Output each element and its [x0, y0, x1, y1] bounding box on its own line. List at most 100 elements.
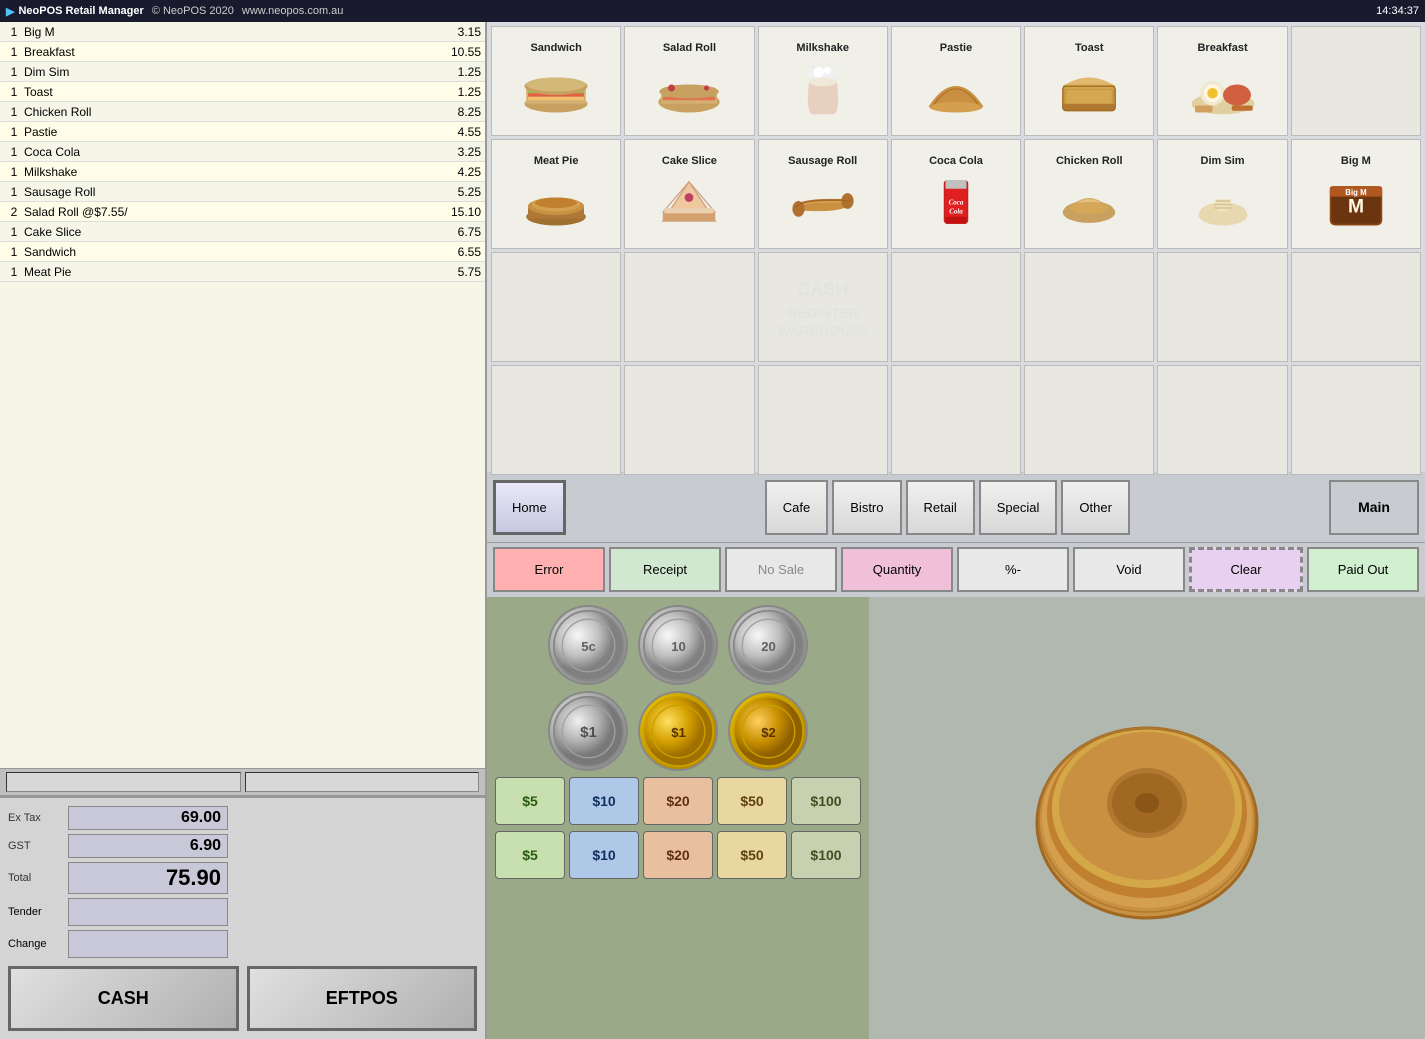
eftpos-button[interactable]: EFTPOS: [247, 966, 478, 1031]
clear-button[interactable]: Clear: [1189, 547, 1303, 592]
product-sausage-roll[interactable]: Sausage Roll: [758, 139, 888, 249]
order-input-left[interactable]: [6, 772, 241, 792]
svg-text:5c: 5c: [581, 639, 596, 654]
category-bistro-button[interactable]: Bistro: [832, 480, 901, 535]
product-empty-r3c1: [624, 365, 754, 475]
total-value: 75.90: [68, 862, 228, 894]
order-qty: 1: [4, 165, 24, 179]
error-button[interactable]: Error: [493, 547, 605, 592]
category-special-button[interactable]: Special: [979, 480, 1058, 535]
bottom-area: 5c: [487, 597, 1425, 1039]
gold-coins-row: $1: [495, 691, 861, 771]
product-pastie[interactable]: Pastie: [891, 26, 1021, 136]
coin-20c[interactable]: 20: [728, 605, 808, 685]
nosale-button[interactable]: No Sale: [725, 547, 837, 592]
note-50[interactable]: $50: [717, 777, 787, 825]
product-chicken-roll[interactable]: Chicken Roll: [1024, 139, 1154, 249]
product-empty-r2c0: [491, 252, 621, 362]
ex-tax-label: Ex Tax: [8, 812, 68, 824]
product-toast[interactable]: Toast: [1024, 26, 1154, 136]
category-other-button[interactable]: Other: [1061, 480, 1130, 535]
product-big-m[interactable]: Big M M Big M: [1291, 139, 1421, 249]
product-empty-r3c3: [891, 365, 1021, 475]
order-price: 6.55: [421, 245, 481, 259]
quantity-button[interactable]: Quantity: [841, 547, 953, 592]
product-coca-cola[interactable]: Coca Cola Coca Cola: [891, 139, 1021, 249]
watermark: CASH REGISTER WAREHOUSE: [758, 266, 888, 349]
order-row[interactable]: 1 Sausage Roll 5.25: [0, 182, 485, 202]
left-panel: 1 Big M 3.15 1 Breakfast 10.55 1 Dim Sim…: [0, 22, 487, 1039]
cash-button[interactable]: CASH: [8, 966, 239, 1031]
percent-button[interactable]: %-: [957, 547, 1069, 592]
time: 14:34:37: [1376, 5, 1419, 17]
order-item-name: Sandwich: [24, 245, 421, 259]
product-dim-sim[interactable]: Dim Sim: [1157, 139, 1287, 249]
notes-row-1: $5 $10 $20 $50 $100: [495, 777, 861, 825]
order-input-right[interactable]: [245, 772, 480, 792]
note-100[interactable]: $100: [791, 777, 861, 825]
app-icon: ▶: [6, 5, 14, 18]
change-input: [68, 930, 228, 958]
note-20[interactable]: $20: [643, 777, 713, 825]
action-bar: Error Receipt No Sale Quantity %- Void C…: [487, 542, 1425, 597]
order-row[interactable]: 1 Breakfast 10.55: [0, 42, 485, 62]
order-row[interactable]: 1 Toast 1.25: [0, 82, 485, 102]
tender-label: Tender: [8, 906, 68, 918]
bottom-left: Ex Tax 69.00 GST 6.90 Total 75.90 Tender…: [0, 796, 485, 1039]
note-10-alt[interactable]: $10: [569, 831, 639, 879]
product-cake-slice[interactable]: Cake Slice: [624, 139, 754, 249]
order-qty: 1: [4, 85, 24, 99]
product-breakfast[interactable]: Breakfast: [1157, 26, 1287, 136]
order-table[interactable]: 1 Big M 3.15 1 Breakfast 10.55 1 Dim Sim…: [0, 22, 485, 768]
website: www.neopos.com.au: [242, 5, 344, 17]
product-empty-r3c0: [491, 365, 621, 475]
note-20-alt[interactable]: $20: [643, 831, 713, 879]
note-5[interactable]: $5: [495, 777, 565, 825]
category-retail-button[interactable]: Retail: [906, 480, 975, 535]
note-5-alt[interactable]: $5: [495, 831, 565, 879]
svg-text:$1: $1: [580, 724, 597, 741]
product-empty-r3c4: [1024, 365, 1154, 475]
order-row[interactable]: 1 Dim Sim 1.25: [0, 62, 485, 82]
copyright: © NeoPOS 2020: [152, 5, 234, 17]
product-milkshake[interactable]: Milkshake: [758, 26, 888, 136]
main-display: Main: [1329, 480, 1419, 535]
note-50-alt[interactable]: $50: [717, 831, 787, 879]
product-sandwich[interactable]: Sandwich: [491, 26, 621, 136]
order-price: 4.25: [421, 165, 481, 179]
order-row[interactable]: 1 Cake Slice 6.75: [0, 222, 485, 242]
receipt-button[interactable]: Receipt: [609, 547, 721, 592]
tender-input[interactable]: [68, 898, 228, 926]
order-row[interactable]: 2 Salad Roll @$7.55/ 15.10: [0, 202, 485, 222]
notes-row-2: $5 $10 $20 $50 $100: [495, 831, 861, 879]
product-meat-pie[interactable]: Meat Pie: [491, 139, 621, 249]
order-item-name: Cake Slice: [24, 225, 421, 239]
coin-5c[interactable]: 5c: [548, 605, 628, 685]
order-qty: 1: [4, 265, 24, 279]
order-row[interactable]: 1 Chicken Roll 8.25: [0, 102, 485, 122]
product-image-area: [869, 597, 1425, 1039]
order-row[interactable]: 1 Pastie 4.55: [0, 122, 485, 142]
void-button[interactable]: Void: [1073, 547, 1185, 592]
order-row[interactable]: 1 Big M 3.15: [0, 22, 485, 42]
coin-dollar2[interactable]: $2: [728, 691, 808, 771]
coin-dollar1[interactable]: $1: [548, 691, 628, 771]
order-qty: 1: [4, 45, 24, 59]
category-cafe-button[interactable]: Cafe: [765, 480, 828, 535]
note-10[interactable]: $10: [569, 777, 639, 825]
order-price: 6.75: [421, 225, 481, 239]
order-row[interactable]: 1 Meat Pie 5.75: [0, 262, 485, 282]
svg-text:REGISTER: REGISTER: [787, 305, 859, 321]
note-100-alt[interactable]: $100: [791, 831, 861, 879]
svg-text:Big M: Big M: [1345, 187, 1367, 196]
svg-text:WAREHOUSE: WAREHOUSE: [777, 323, 869, 339]
product-empty-r2c6: [1291, 252, 1421, 362]
category-home-button[interactable]: Home: [493, 480, 566, 535]
order-row[interactable]: 1 Sandwich 6.55: [0, 242, 485, 262]
order-row[interactable]: 1 Milkshake 4.25: [0, 162, 485, 182]
paidout-button[interactable]: Paid Out: [1307, 547, 1419, 592]
product-salad-roll[interactable]: Salad Roll: [624, 26, 754, 136]
order-row[interactable]: 1 Coca Cola 3.25: [0, 142, 485, 162]
coin-10c[interactable]: 10: [638, 605, 718, 685]
coin-dollar1-gold[interactable]: $1: [638, 691, 718, 771]
